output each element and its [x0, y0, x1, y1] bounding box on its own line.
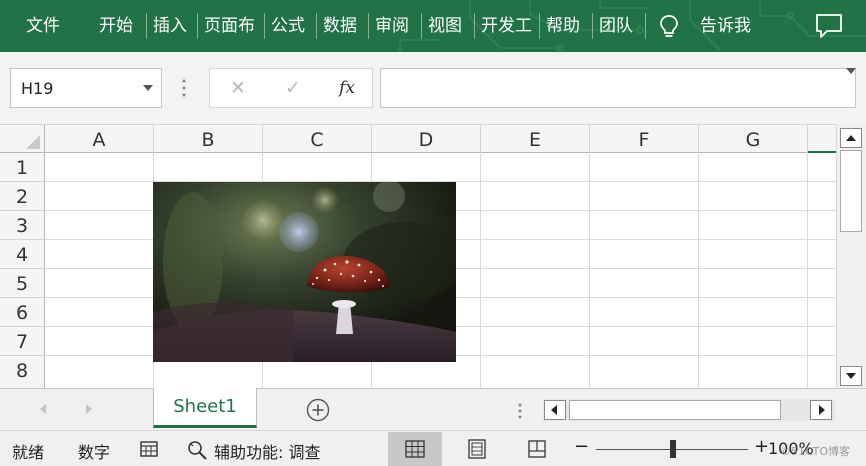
mushroom-picture[interactable] [153, 182, 456, 362]
vertical-scroll-thumb[interactable] [840, 150, 862, 232]
tab-review[interactable]: 审阅 [369, 14, 415, 38]
sheet-tabs-bar: Sheet1 [0, 388, 866, 430]
tab-separator [645, 13, 646, 39]
column-header-c[interactable]: C [263, 125, 372, 153]
row-header-7[interactable]: 7 [0, 327, 45, 356]
tab-split-handle-icon[interactable] [518, 403, 522, 419]
watermark-text: ©51CTO博客 [780, 445, 851, 458]
column-header-f[interactable]: F [590, 125, 699, 153]
column-header-h[interactable] [808, 125, 836, 153]
expand-formula-icon[interactable] [846, 68, 856, 74]
normal-view-button[interactable] [388, 432, 442, 466]
tab-home[interactable]: 开始 [93, 14, 139, 38]
row-header-8[interactable]: 8 [0, 356, 45, 389]
ribbon-tab-bar: 文件 开始 插入 页面布 公式 数据 审阅 视图 开发工 帮助 团队 告诉我 [0, 0, 866, 52]
page-break-icon [528, 440, 546, 458]
formula-bar-area: H19 ✕ ✓ fx [0, 52, 866, 124]
grid-view-icon [405, 440, 425, 458]
column-header-e[interactable]: E [481, 125, 590, 153]
enter-icon[interactable]: ✓ [282, 77, 304, 99]
arrow-left-icon [551, 405, 557, 415]
page-layout-view-button[interactable] [450, 432, 504, 466]
zoom-slider-thumb[interactable] [670, 440, 676, 458]
tab-insert[interactable]: 插入 [147, 14, 193, 38]
column-header-a[interactable]: A [45, 125, 154, 153]
row-header-5[interactable]: 5 [0, 269, 45, 298]
lightbulb-icon[interactable] [658, 14, 680, 40]
page-layout-icon [468, 439, 486, 459]
zoom-out-button[interactable]: − [574, 436, 589, 457]
chevron-down-icon[interactable] [143, 85, 153, 91]
arrow-up-icon [846, 135, 856, 141]
horizontal-scroll-thumb[interactable] [569, 400, 781, 420]
comment-icon[interactable] [814, 12, 844, 40]
column-header-d[interactable]: D [372, 125, 481, 153]
horizontal-scrollbar[interactable] [543, 399, 835, 421]
tell-me-search[interactable]: 告诉我 [694, 14, 757, 38]
name-box-value: H19 [21, 79, 54, 98]
tab-page-layout[interactable]: 页面布 [198, 14, 261, 38]
formula-buttons: ✕ ✓ fx [209, 68, 373, 108]
tab-file[interactable]: 文件 [20, 14, 66, 38]
tab-view[interactable]: 视图 [422, 14, 468, 38]
row-header-2[interactable]: 2 [0, 182, 45, 211]
accessibility-status[interactable]: 辅助功能: 调查 [214, 439, 320, 463]
tab-data[interactable]: 数据 [317, 14, 363, 38]
arrow-right-icon [819, 405, 825, 415]
status-bar: 就绪 数字 辅助功能: 调查 − + 100% ©51CTO博客 [0, 430, 866, 466]
row-header-1[interactable]: 1 [0, 153, 45, 182]
gridline [480, 153, 481, 389]
tab-formulas[interactable]: 公式 [265, 14, 311, 38]
sheet-tab-sheet1[interactable]: Sheet1 [153, 388, 257, 428]
vertical-scrollbar[interactable] [836, 124, 866, 388]
page-break-view-button[interactable] [510, 432, 564, 466]
gridline [589, 153, 590, 389]
drag-handle-icon[interactable] [182, 78, 186, 98]
select-all-triangle-icon [26, 135, 40, 149]
scroll-down-button[interactable] [840, 366, 862, 386]
tab-help[interactable]: 帮助 [540, 14, 586, 38]
name-box[interactable]: H19 [10, 68, 162, 108]
scroll-left-button[interactable] [544, 400, 566, 420]
accessibility-icon[interactable] [186, 439, 208, 461]
gridline [698, 153, 699, 389]
previous-sheet-icon[interactable] [40, 404, 46, 414]
scroll-right-button[interactable] [810, 400, 832, 420]
column-header-b[interactable]: B [154, 125, 263, 153]
status-mode: 数字 [78, 443, 111, 462]
zoom-in-button[interactable]: + [754, 436, 769, 457]
gridline [807, 153, 808, 389]
tab-team[interactable]: 团队 [593, 14, 639, 38]
row-header-6[interactable]: 6 [0, 298, 45, 327]
macro-record-icon[interactable] [139, 439, 159, 459]
scroll-up-button[interactable] [840, 128, 862, 148]
select-all-button[interactable] [0, 125, 45, 153]
row-header-4[interactable]: 4 [0, 240, 45, 269]
column-header-row: A B C D E F G [0, 125, 836, 153]
arrow-down-icon [846, 373, 856, 379]
formula-input[interactable] [380, 68, 856, 108]
worksheet-grid[interactable]: A B C D E F G 1 2 3 4 5 6 7 8 [0, 124, 836, 389]
next-sheet-icon[interactable] [86, 404, 92, 414]
add-sheet-icon[interactable] [306, 398, 330, 422]
status-ready: 就绪 [12, 443, 45, 462]
cancel-icon[interactable]: ✕ [227, 77, 249, 99]
tab-developer[interactable]: 开发工 [475, 14, 538, 38]
row-header-3[interactable]: 3 [0, 211, 45, 240]
column-header-g[interactable]: G [699, 125, 808, 153]
insert-function-button[interactable]: fx [336, 77, 358, 99]
